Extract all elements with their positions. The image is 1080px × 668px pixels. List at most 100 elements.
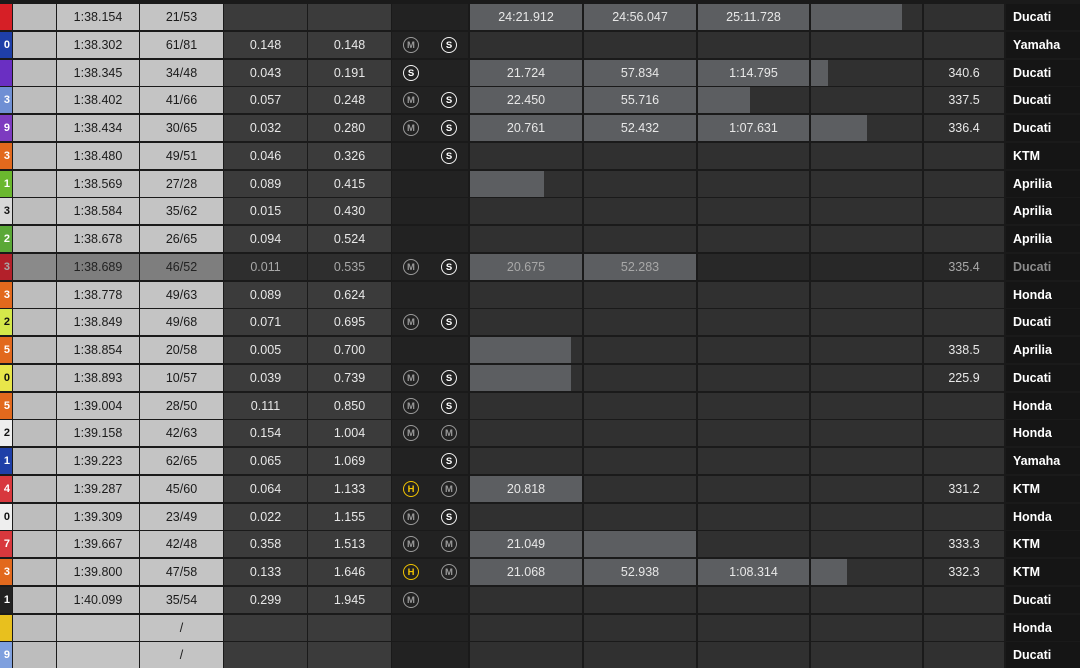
sector-1-time: 24:21.912 (470, 4, 582, 30)
table-row[interactable]: 0 1:38.302 61/81 0.148 0.148 M S Yamaha (0, 31, 1080, 58)
gap-to-leader: 0.430 (308, 198, 391, 225)
rider-number-badge: 3 (0, 559, 12, 585)
table-row[interactable]: 5 1:38.854 20/58 0.005 0.700 338.5 Aprilia (0, 337, 1080, 363)
medium-tyre-icon: M (403, 508, 419, 525)
sector-4-progress (811, 170, 922, 197)
sector-3-time (698, 226, 809, 252)
best-lap-time: 1:39.667 (57, 531, 139, 558)
sector-1-time: 20.675 (470, 253, 582, 280)
sector-1-time: 21.068 (470, 559, 582, 585)
rider-number-badge: 2 (0, 420, 12, 447)
table-row[interactable]: 2 1:39.158 42/63 0.154 1.004 M M Honda (0, 420, 1080, 447)
sector-4-progress (811, 420, 922, 447)
table-row[interactable]: 0 1:38.893 10/57 0.039 0.739 M S 225.9 Ducati (0, 364, 1080, 391)
lap-count: 23/49 (140, 503, 223, 530)
team-name: Honda (1006, 614, 1080, 641)
rider-name-cell (13, 448, 56, 474)
sector-4-progress (811, 142, 922, 169)
hard-tyre-icon: H (403, 564, 419, 580)
table-row[interactable]: 3 1:38.402 41/66 0.057 0.248 M S 22.450 55.716 33… (0, 87, 1080, 114)
rider-name-cell (13, 142, 56, 169)
best-lap-time: 1:38.778 (57, 281, 139, 308)
table-row[interactable]: 5 1:39.004 28/50 0.111 0.850 M S Honda (0, 392, 1080, 419)
sector-2-progress-bar (584, 531, 696, 558)
top-speed (924, 31, 1004, 58)
sector-2-time (584, 475, 696, 502)
table-row[interactable]: 2 1:38.678 26/65 0.094 0.524 Aprilia (0, 226, 1080, 252)
lap-count: 49/51 (140, 142, 223, 169)
table-row[interactable]: 3 1:38.778 49/63 0.089 0.624 Honda (0, 281, 1080, 308)
sector-3-value: 1:08.314 (729, 565, 778, 579)
sector-3-progress-bar (698, 87, 751, 114)
sector-4-progress (811, 531, 922, 558)
sector-1-time: 21.724 (470, 59, 582, 86)
tyre-compounds: MS (392, 309, 468, 336)
lap-count: 35/62 (140, 198, 223, 225)
sector-2-time (584, 531, 696, 558)
lap-count: 61/81 (140, 31, 223, 58)
sector-4-progress (811, 87, 922, 114)
table-row[interactable]: 1 1:40.099 35/54 0.299 1.945 M Ducati (0, 586, 1080, 613)
sector-1-time (470, 31, 582, 58)
sector-3-time: 1:14.795 (698, 59, 809, 86)
sector-2-time (584, 364, 696, 391)
sector-4-progress (811, 642, 922, 668)
tyre-compounds: MS (392, 31, 468, 58)
table-row[interactable]: / Honda (0, 614, 1080, 641)
sector-2-time (584, 448, 696, 474)
sector-1-time: 22.450 (470, 87, 582, 114)
medium-tyre-icon: M (403, 92, 419, 109)
lap-count: 42/63 (140, 420, 223, 447)
sector-4-progress (811, 392, 922, 419)
sector-1-time (470, 226, 582, 252)
table-row[interactable]: 3 1:38.480 49/51 0.046 0.326 S KTM (0, 142, 1080, 169)
rider-number-badge: 0 (0, 31, 12, 58)
top-speed (924, 448, 1004, 474)
team-name: Ducati (1006, 253, 1080, 280)
team-name: Ducati (1006, 59, 1080, 86)
rider-name-cell (13, 337, 56, 363)
table-row[interactable]: 1 1:38.569 27/28 0.089 0.415 Aprilia (0, 170, 1080, 197)
table-row[interactable]: 1:38.345 34/48 0.043 0.191 S 21.724 57.834 1:14… (0, 59, 1080, 86)
sector-3-value: 1:14.795 (729, 65, 778, 80)
table-row[interactable]: 0 1:39.309 23/49 0.022 1.155 M S Honda (0, 503, 1080, 530)
sector-2-time (584, 309, 696, 336)
gap-to-leader: 0.695 (308, 309, 391, 336)
sector-3-time (698, 420, 809, 447)
table-row[interactable]: 2 1:38.849 49/68 0.071 0.695 M S Ducati (0, 309, 1080, 336)
gap-to-leader: 1.133 (308, 475, 391, 502)
sector-4-progress-bar (811, 115, 867, 141)
rider-number-badge: 3 (0, 281, 12, 308)
sector-3-time (698, 198, 809, 225)
sector-3-time (698, 337, 809, 363)
gap-to-previous: 0.133 (224, 559, 307, 585)
table-row[interactable]: 7 1:39.667 42/48 0.358 1.513 M M 21.049 333.3 KTM (0, 531, 1080, 558)
top-speed (924, 170, 1004, 197)
sector-4-progress (811, 586, 922, 613)
tyre-compounds: M (392, 586, 468, 613)
lap-count: 27/28 (140, 170, 223, 197)
rider-name-cell (13, 309, 56, 336)
gap-to-leader: 1.069 (308, 448, 391, 474)
gap-to-leader: 0.524 (308, 226, 391, 252)
table-row[interactable]: 1 1:39.223 62/65 0.065 1.069 S Yamaha (0, 448, 1080, 474)
rider-name-cell (13, 392, 56, 419)
table-row[interactable]: 9 / Ducati (0, 642, 1080, 668)
tyre-compounds: HM (392, 559, 468, 585)
soft-tyre-icon: S (403, 64, 419, 81)
soft-tyre-icon: S (441, 369, 457, 386)
table-row[interactable]: 9 1:38.434 30/65 0.032 0.280 M S 20.761 52.432 1:… (0, 115, 1080, 141)
table-row[interactable]: 1:38.154 21/53 24:21.912 24:56.047 25:11.728… (0, 4, 1080, 30)
sector-2-value: 52.432 (620, 121, 660, 135)
sector-2-time (584, 226, 696, 252)
rider-name-cell (13, 4, 56, 30)
tyre-compounds (392, 614, 468, 641)
table-row[interactable]: 4 1:39.287 45/60 0.064 1.133 H M 20.818 331.2 KTM (0, 475, 1080, 502)
gap-to-previous: 0.057 (224, 87, 307, 114)
table-row[interactable]: 3 1:38.689 46/52 0.011 0.535 M S 20.675 52.283 33… (0, 253, 1080, 280)
medium-tyre-icon: M (441, 425, 457, 442)
rider-number-badge: 4 (0, 475, 12, 502)
medium-tyre-icon: M (403, 314, 419, 331)
table-row[interactable]: 3 1:39.800 47/58 0.133 1.646 H M 21.068 52.938 1:… (0, 559, 1080, 585)
table-row[interactable]: 3 1:38.584 35/62 0.015 0.430 Aprilia (0, 198, 1080, 225)
